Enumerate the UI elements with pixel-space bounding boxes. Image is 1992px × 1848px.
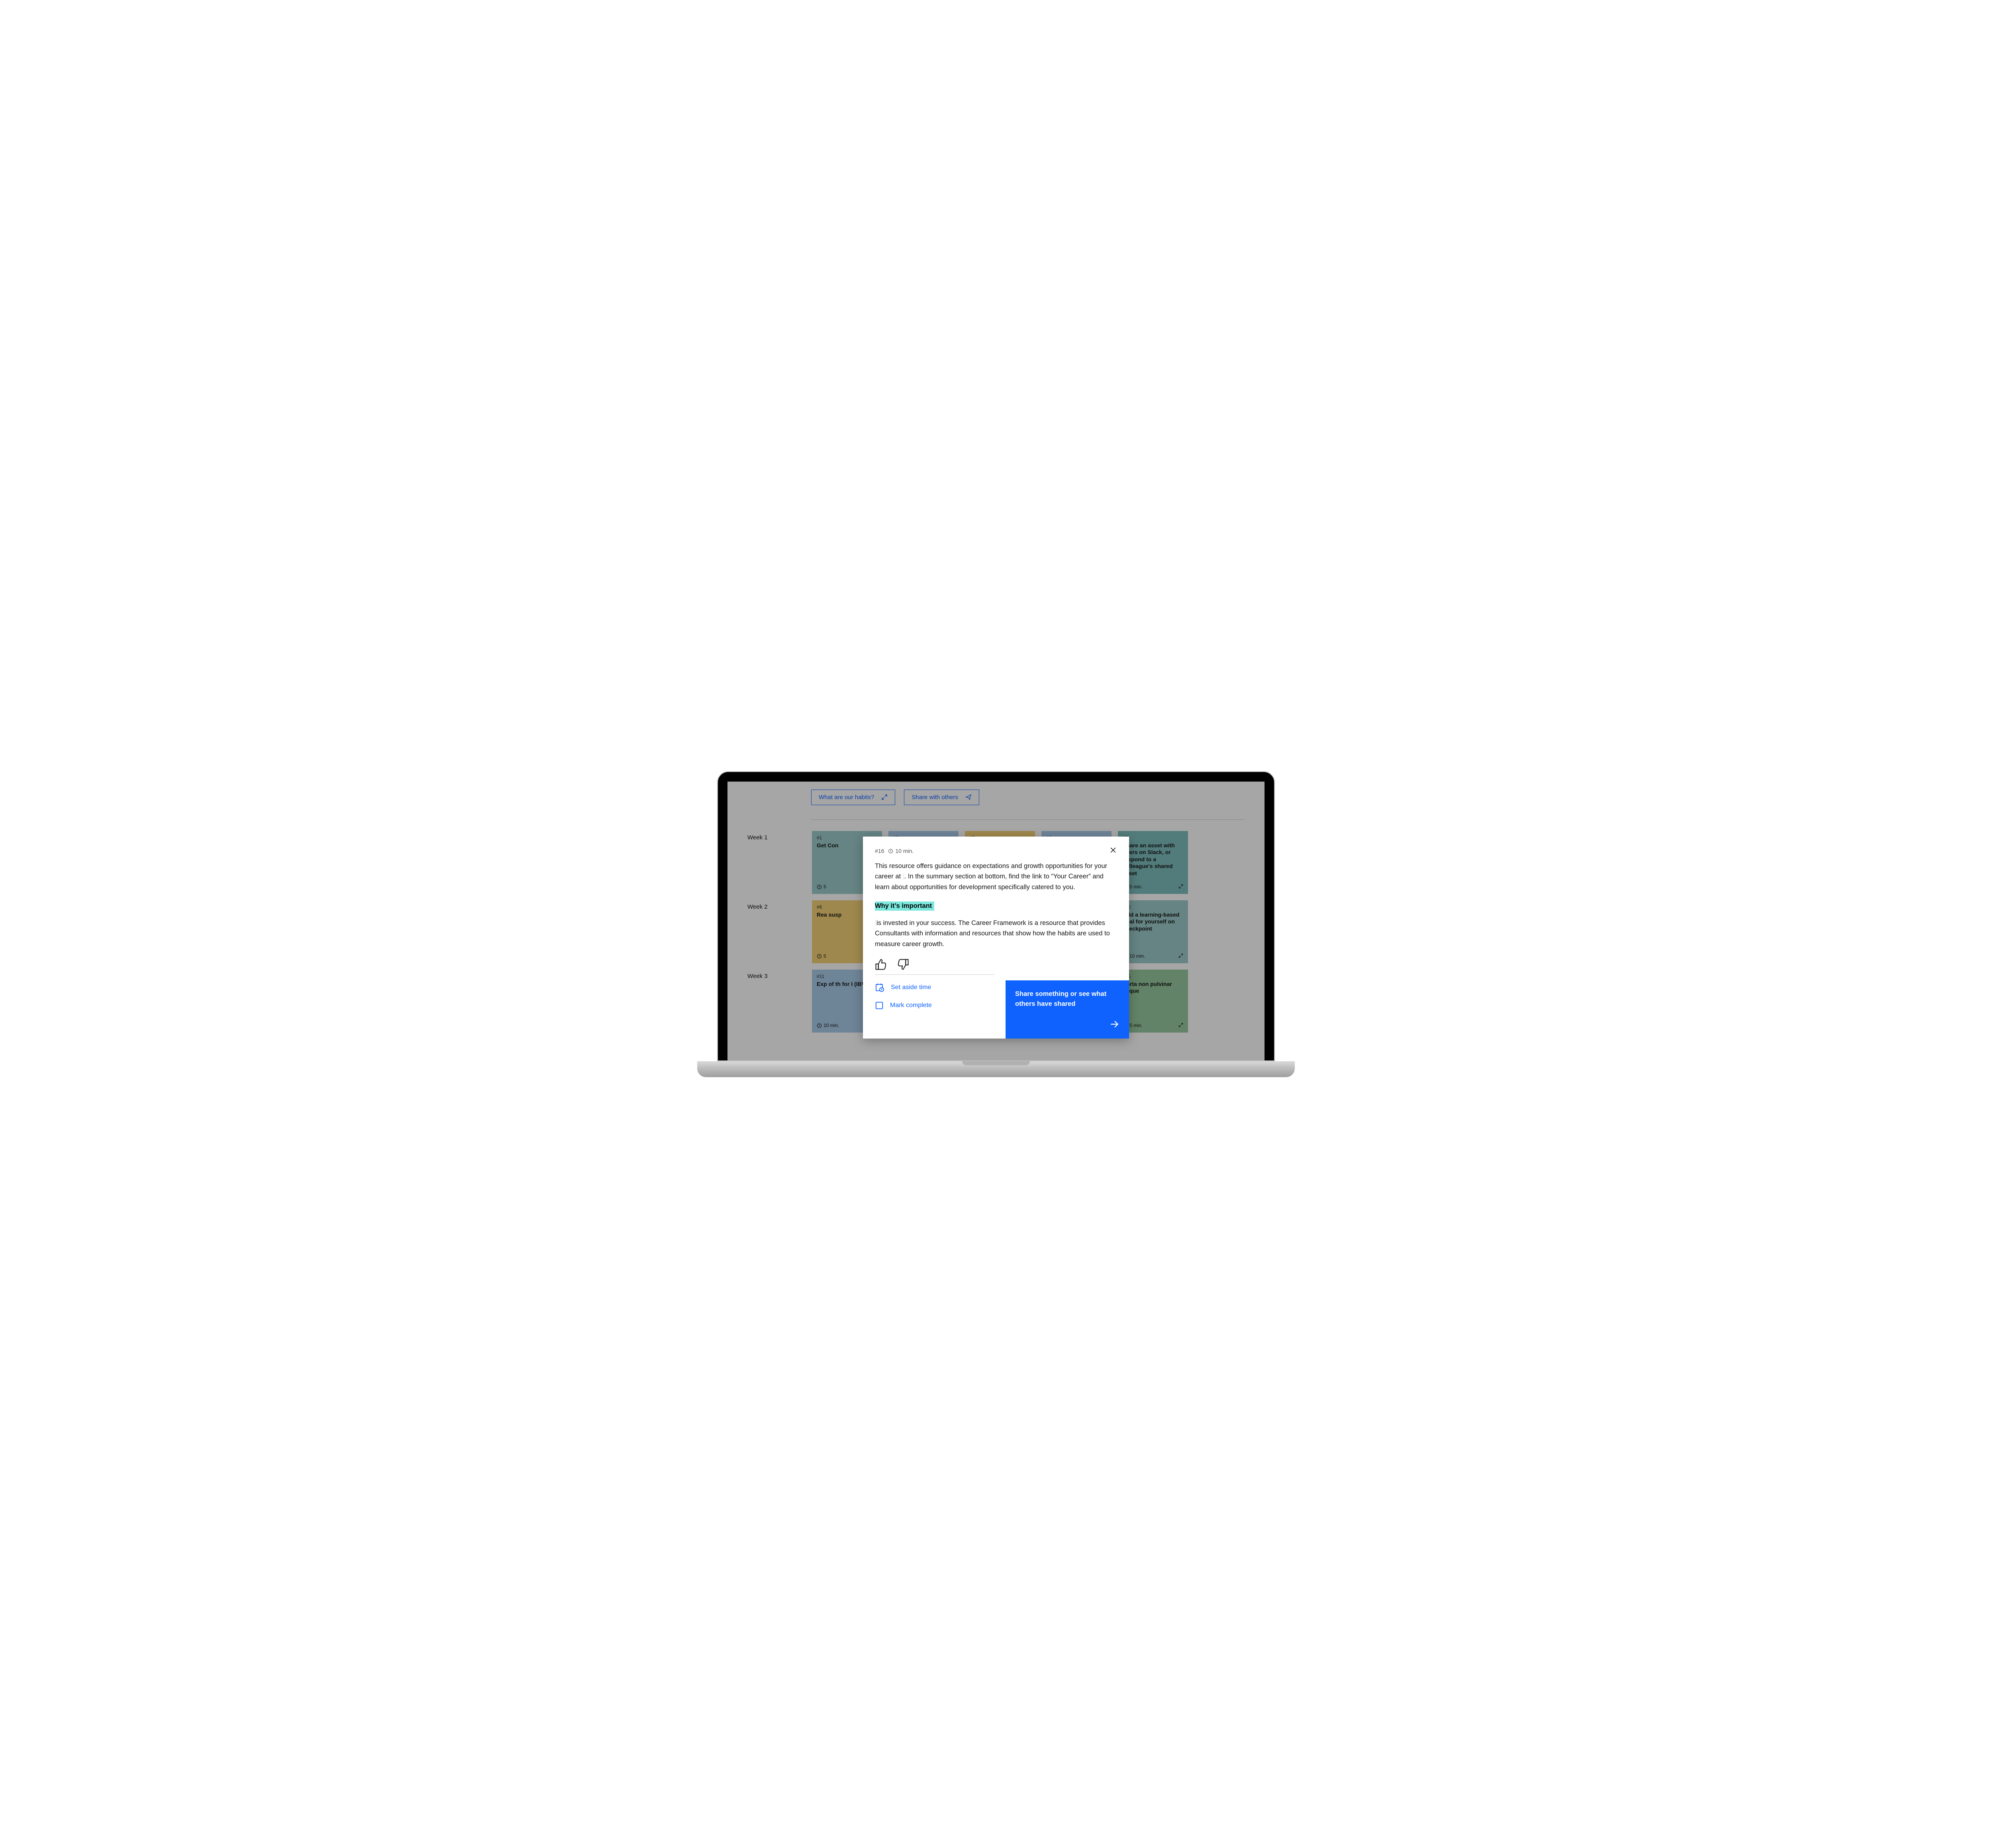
laptop-frame: What are our habits? Share with others W… [717, 771, 1275, 1061]
modal-number: #16 [875, 848, 884, 854]
modal-description: This resource offers guidance on expecta… [875, 861, 1117, 893]
clock-icon [888, 849, 893, 854]
resource-modal: #16 10 min. This resource offers guidanc… [863, 837, 1129, 1039]
laptop-label: MacBook Pro [980, 1054, 1012, 1060]
modal-why-body: is invested in your success. The Career … [875, 918, 1117, 950]
screen: What are our habits? Share with others W… [727, 782, 1265, 1060]
set-aside-time-label: Set aside time [891, 984, 931, 991]
thumbs-down-icon[interactable] [897, 958, 909, 970]
close-icon [1109, 846, 1117, 854]
arrow-right-icon [1109, 1019, 1120, 1029]
modal-divider [875, 974, 994, 975]
modal-time: 10 min. [895, 848, 914, 854]
mark-complete-label: Mark complete [890, 1002, 932, 1009]
close-button[interactable] [1109, 846, 1117, 856]
thumbs-up-icon[interactable] [875, 958, 887, 970]
set-aside-time-button[interactable]: Set aside time [875, 983, 994, 992]
share-panel-text: Share something or see what others have … [1015, 989, 1120, 1009]
calendar-clock-icon [875, 983, 884, 992]
share-panel[interactable]: Share something or see what others have … [1006, 980, 1129, 1039]
why-important-heading: Why it’s important [875, 901, 934, 911]
mark-complete-button[interactable]: Mark complete [875, 1001, 994, 1010]
laptop-base: MacBook Pro [697, 1061, 1295, 1077]
trackpad-notch [962, 1061, 1030, 1065]
checkbox-icon [875, 1001, 884, 1010]
